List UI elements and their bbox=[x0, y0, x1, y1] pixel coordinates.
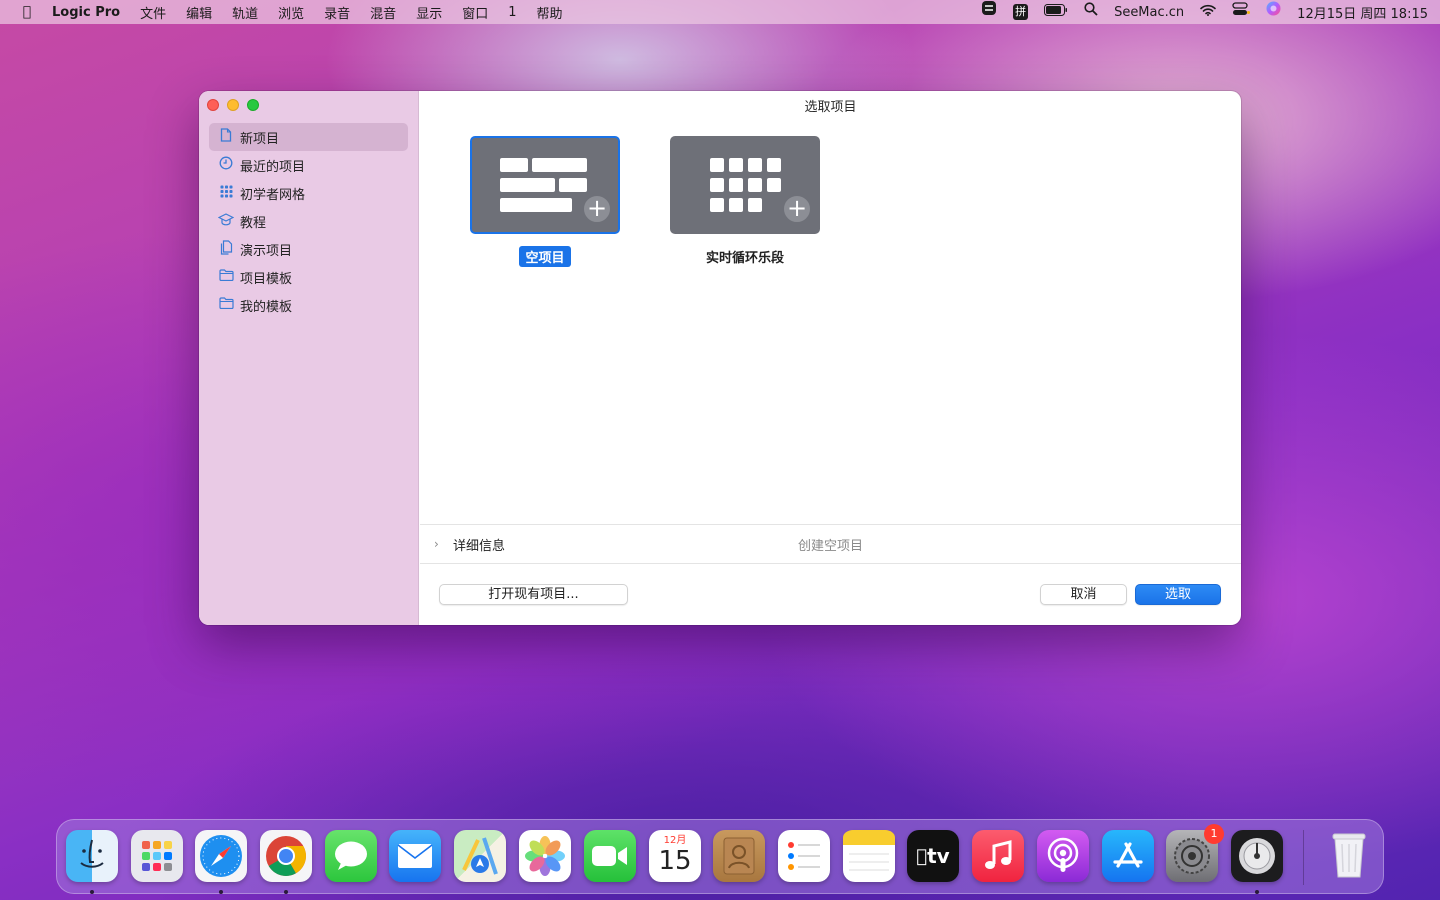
menu-record[interactable]: 录音 bbox=[324, 3, 350, 22]
menu-help[interactable]: 帮助 bbox=[537, 3, 563, 22]
chrome-icon[interactable] bbox=[260, 830, 312, 882]
folder-icon bbox=[218, 297, 234, 313]
calendar-icon[interactable]: 12月 15 bbox=[649, 830, 701, 882]
add-icon: + bbox=[782, 194, 812, 224]
seemac-label[interactable]: SeeMac.cn bbox=[1114, 5, 1184, 20]
tile-live-loops[interactable]: + 实时循环乐段 bbox=[670, 136, 820, 267]
minimize-window-button[interactable] bbox=[227, 99, 239, 111]
system-preferences-icon[interactable]: 1 bbox=[1166, 824, 1224, 882]
window-controls bbox=[207, 99, 259, 111]
sidebar-item-tutorials[interactable]: 教程 bbox=[209, 207, 408, 235]
documents-icon bbox=[218, 239, 234, 259]
graduation-cap-icon bbox=[217, 212, 235, 230]
tile-empty-project[interactable]: + 空项目 bbox=[470, 136, 620, 267]
menu-file[interactable]: 文件 bbox=[140, 3, 166, 22]
menu-bar:  Logic Pro 文件 编辑 轨道 浏览 录音 混音 显示 窗口 1 帮助… bbox=[0, 0, 1440, 24]
sidebar-item-label: 教程 bbox=[240, 215, 267, 231]
logic-pro-icon[interactable] bbox=[1231, 830, 1283, 882]
sidebar-item-label: 初学者网格 bbox=[240, 187, 306, 203]
empty-project-thumbnail[interactable]: + bbox=[470, 136, 620, 234]
finder-icon[interactable] bbox=[66, 830, 118, 882]
menubar-clock[interactable]: 12月15日 周四 18:15 bbox=[1297, 3, 1428, 22]
details-info: 创建空项目 bbox=[798, 538, 864, 554]
trash-icon[interactable] bbox=[1323, 830, 1375, 882]
grid-icon bbox=[218, 185, 234, 202]
tile-label: 实时循环乐段 bbox=[705, 251, 784, 266]
menu-track[interactable]: 轨道 bbox=[232, 3, 258, 22]
mail-icon[interactable] bbox=[389, 830, 441, 882]
live-loops-thumbnail[interactable]: + bbox=[670, 136, 820, 234]
window-title: 选取项目 bbox=[804, 100, 857, 115]
sidebar-item-label: 新项目 bbox=[240, 131, 280, 147]
clock-icon bbox=[218, 156, 234, 174]
dock: 12月 15 tv 1 bbox=[56, 819, 1384, 894]
menu-view[interactable]: 显示 bbox=[416, 3, 442, 22]
facetime-icon[interactable] bbox=[584, 830, 636, 882]
document-icon bbox=[218, 128, 234, 146]
tv-icon[interactable]: tv bbox=[907, 830, 959, 882]
podcasts-icon[interactable] bbox=[1037, 830, 1089, 882]
menu-navigate[interactable]: 浏览 bbox=[278, 3, 304, 22]
music-icon[interactable] bbox=[972, 830, 1024, 882]
sidebar-item-new-project[interactable]: 新项目 bbox=[209, 123, 408, 151]
sidebar: 新项目 最近的项目 初学者网格 教程 演示项目 项目模板 我的模板 bbox=[199, 91, 419, 625]
sidebar-item-beginner-grid[interactable]: 初学者网格 bbox=[209, 179, 408, 207]
details-label: 详细信息 bbox=[453, 538, 506, 554]
battery-icon[interactable] bbox=[1044, 0, 1068, 24]
safari-icon[interactable] bbox=[195, 830, 247, 882]
chevron-right-icon[interactable]: › bbox=[434, 537, 444, 551]
maps-icon[interactable] bbox=[454, 830, 506, 882]
sidebar-item-demo-projects[interactable]: 演示项目 bbox=[209, 235, 408, 263]
apple-menu-icon[interactable]:  bbox=[19, 4, 35, 20]
sidebar-item-project-templates[interactable]: 项目模板 bbox=[209, 263, 408, 291]
menu-window[interactable]: 窗口 bbox=[462, 3, 488, 22]
dock-separator bbox=[1303, 830, 1304, 885]
status-app-icon[interactable] bbox=[981, 0, 997, 24]
input-method-icon[interactable]: 拼 bbox=[1013, 4, 1029, 20]
sidebar-item-recent[interactable]: 最近的项目 bbox=[209, 151, 408, 179]
notification-badge: 1 bbox=[1204, 824, 1224, 844]
main-panel: 选取项目 + 空项目 + 实时循环乐段 › 详细信息 创建空项目 打开现有项目.… bbox=[420, 91, 1241, 625]
menu-app-name[interactable]: Logic Pro bbox=[52, 5, 120, 20]
apple-logo-icon:  bbox=[916, 846, 927, 867]
messages-icon[interactable] bbox=[325, 830, 377, 882]
sidebar-item-label: 我的模板 bbox=[240, 299, 293, 315]
sidebar-item-my-templates[interactable]: 我的模板 bbox=[209, 291, 408, 319]
sidebar-item-label: 最近的项目 bbox=[240, 159, 306, 175]
open-existing-project-button[interactable]: 打开现有项目... bbox=[439, 584, 628, 605]
menu-one[interactable]: 1 bbox=[508, 5, 516, 20]
launchpad-icon[interactable] bbox=[131, 830, 183, 882]
calendar-day: 15 bbox=[658, 846, 692, 876]
add-icon: + bbox=[582, 194, 612, 224]
sidebar-list: 新项目 最近的项目 初学者网格 教程 演示项目 项目模板 我的模板 bbox=[209, 123, 408, 319]
sidebar-item-label: 项目模板 bbox=[240, 271, 293, 287]
menu-mix[interactable]: 混音 bbox=[370, 3, 396, 22]
wifi-icon[interactable] bbox=[1200, 0, 1216, 24]
photos-icon[interactable] bbox=[519, 830, 571, 882]
contacts-icon[interactable] bbox=[713, 830, 765, 882]
menu-edit[interactable]: 编辑 bbox=[186, 3, 212, 22]
sidebar-item-label: 演示项目 bbox=[240, 243, 293, 259]
search-icon[interactable] bbox=[1084, 0, 1098, 24]
reminders-icon[interactable] bbox=[778, 830, 830, 882]
choose-button[interactable]: 选取 bbox=[1135, 584, 1221, 605]
cancel-button[interactable]: 取消 bbox=[1040, 584, 1127, 605]
siri-icon[interactable] bbox=[1266, 0, 1281, 24]
project-chooser-window: 新项目 最近的项目 初学者网格 教程 演示项目 项目模板 我的模板 选取项目 +… bbox=[199, 91, 1241, 625]
close-window-button[interactable] bbox=[207, 99, 219, 111]
tile-label: 空项目 bbox=[519, 246, 571, 267]
tv-label: tv bbox=[921, 844, 950, 868]
folder-icon bbox=[218, 269, 234, 285]
control-center-icon[interactable] bbox=[1232, 0, 1251, 24]
app-store-icon[interactable] bbox=[1102, 830, 1154, 882]
notes-icon[interactable] bbox=[843, 830, 895, 882]
details-disclosure[interactable]: › 详细信息 创建空项目 bbox=[420, 524, 1241, 564]
zoom-window-button[interactable] bbox=[247, 99, 259, 111]
